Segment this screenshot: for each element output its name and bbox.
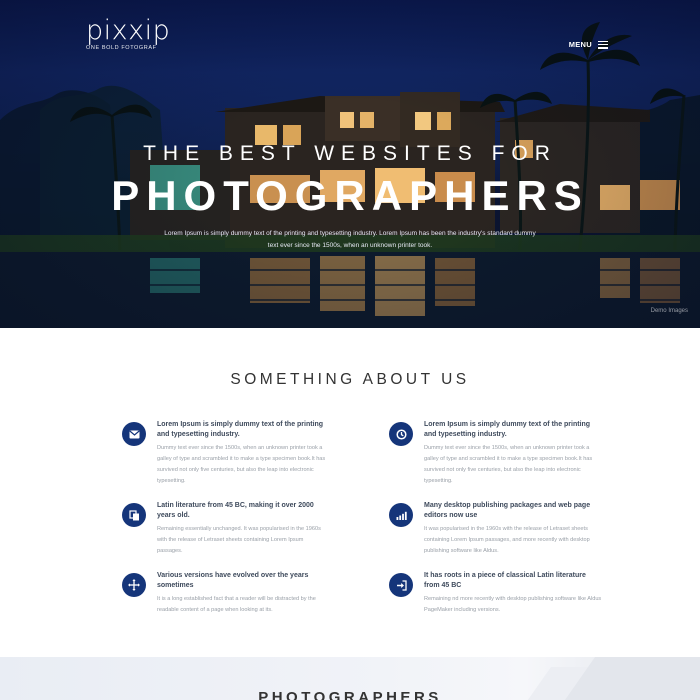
- envelope-icon: [122, 422, 146, 446]
- menu-label: MENU: [568, 40, 592, 49]
- feature-title: Lorem Ipsum is simply dummy text of the …: [424, 421, 591, 438]
- feature-text: Dummy text ever since the 1500s, when an…: [157, 445, 326, 484]
- feature-title: Many desktop publishing packages and web…: [424, 502, 591, 519]
- feature-text: Dummy text ever since the 1500s, when an…: [424, 445, 593, 484]
- feature-item: Various versions have evolved over the y…: [122, 571, 389, 616]
- feature-item: Lorem Ipsum is simply dummy text of the …: [122, 420, 389, 487]
- hero-copy: THE BEST WEBSITES FOR PHOTOGRAPHERS Lore…: [0, 140, 700, 252]
- features-grid: Lorem Ipsum is simply dummy text of the …: [122, 420, 602, 616]
- feature-title: Lorem Ipsum is simply dummy text of the …: [157, 421, 324, 438]
- feature-title: Various versions have evolved over the y…: [157, 572, 309, 589]
- hero-lead: Lorem Ipsum is simply dummy text of the …: [164, 230, 536, 249]
- hamburger-icon: [598, 40, 608, 49]
- move-icon: [122, 573, 146, 597]
- copy-icon: [122, 503, 146, 527]
- feature-text: Remaining essentially unchanged. It was …: [157, 526, 321, 554]
- clock-icon: [389, 422, 413, 446]
- photo-credit: Demo Images: [650, 308, 688, 314]
- photographers-title: PHOTOGRAPHERS: [258, 689, 442, 700]
- about-title: SOMETHING ABOUT US: [230, 371, 470, 388]
- photographers-section: PHOTOGRAPHERS: [0, 657, 700, 700]
- site-logo[interactable]: pixxip ONE BOLD FOTOGRAF: [86, 15, 171, 52]
- feature-text: It was popularised in the 1960s with the…: [424, 526, 590, 554]
- feature-item: It has roots in a piece of classical Lat…: [389, 571, 602, 616]
- signal-icon: [389, 503, 413, 527]
- about-section: SOMETHING ABOUT US Lorem Ipsum is simply…: [0, 328, 700, 658]
- feature-text: Remaining nd more recently with desktop …: [424, 596, 602, 613]
- sign-in-icon: [389, 573, 413, 597]
- hero-kicker: THE BEST WEBSITES FOR: [143, 142, 557, 165]
- logo-name: pixxip: [86, 15, 171, 46]
- feature-title: Latin literature from 45 BC, making it o…: [157, 502, 314, 519]
- feature-item: Lorem Ipsum is simply dummy text of the …: [389, 420, 602, 487]
- menu-button[interactable]: MENU: [569, 40, 608, 49]
- hero-headline: PHOTOGRAPHERS: [111, 172, 589, 219]
- feature-title: It has roots in a piece of classical Lat…: [424, 572, 586, 589]
- feature-item: Many desktop publishing packages and web…: [389, 501, 602, 557]
- feature-item: Latin literature from 45 BC, making it o…: [122, 501, 389, 557]
- feature-text: It is a long established fact that a rea…: [157, 596, 316, 613]
- hero-section: pixxip ONE BOLD FOTOGRAF MENU THE BEST W…: [0, 0, 700, 328]
- logo-tagline: ONE BOLD FOTOGRAF: [86, 45, 157, 51]
